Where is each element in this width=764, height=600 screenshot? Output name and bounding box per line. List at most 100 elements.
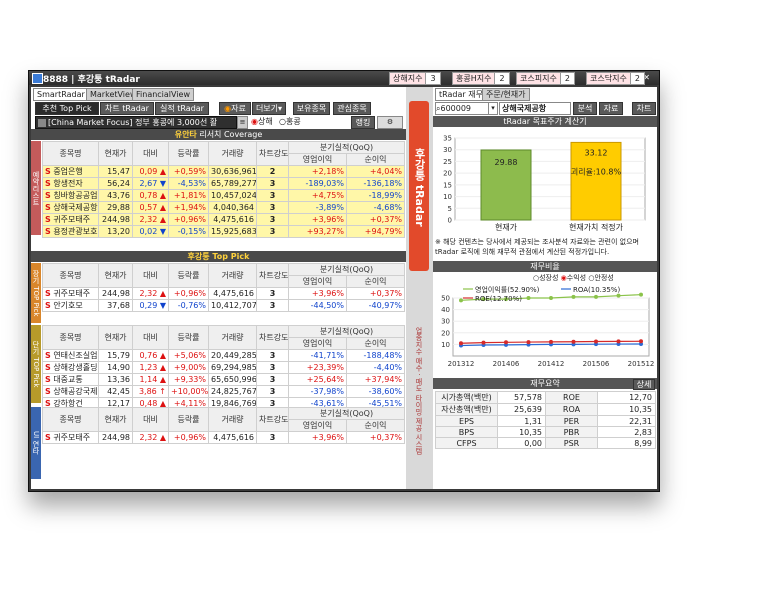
stock-name-cell[interactable]: S 안기호모 [42, 299, 99, 312]
tab-financialview[interactable]: FinancialView [132, 88, 195, 101]
stock-name-cell[interactable]: S 상해공강국제 [42, 385, 99, 398]
arrow-up-icon: ▲ [159, 375, 166, 384]
y-tick-label: 25 [443, 158, 452, 166]
stock-name-cell[interactable]: S 중업은행 [42, 165, 99, 178]
summary-label: PER [545, 415, 598, 427]
stock-name-cell[interactable]: S 연태신조실업 [42, 349, 99, 362]
top-pick-title: 후강퉁 Top Pick [31, 251, 406, 262]
coverage-side-label: 예약리스트 [31, 141, 41, 235]
op-profit-cell: +25,64% [288, 373, 347, 386]
arrow-down-icon: ▼ [159, 301, 166, 310]
change-cell: 0,76 ▲ [132, 349, 169, 362]
table-row[interactable]: S 상해강생홀딩 14,90 1,23 ▲ +9,00% 69,294,985 3 +23,… [42, 361, 406, 374]
radio-stability[interactable]: ○안정성 [588, 274, 613, 282]
y-tick-label: 30 [443, 146, 452, 154]
table-row[interactable]: S 중업은행 15,47 0,09 ▲ +0,59% 30,636,961 2 +2,18%… [42, 165, 406, 178]
table-row[interactable]: S 연태신조실업 15,79 0,76 ▲ +5,06% 20,449,285 3 -41,… [42, 349, 406, 362]
holdings-button[interactable]: 보유종목 [293, 102, 330, 115]
plot-area [452, 297, 650, 357]
stock-name-cell[interactable]: S 귀주모태주 [42, 213, 99, 226]
col-header-volume: 거래량 [208, 407, 257, 432]
x-tick-label: 201406 [493, 360, 520, 368]
summary-label: ROA [545, 403, 598, 416]
news-ticker-text: [China Market Focus] 정부 홍콩에 3,000선 활 [48, 118, 218, 127]
summary-value: 25,639 [497, 403, 546, 416]
news-ticker[interactable]: [China Market Focus] 정부 홍콩에 3,000선 활 [35, 116, 237, 129]
stock-name-cell[interactable]: S 항생전자 [42, 177, 99, 190]
arrow-up-icon: ▲ [159, 433, 166, 442]
table-row[interactable]: S 안기호모 37,68 0,29 ▼ -0,76% 10,412,707 3 -44,50… [42, 299, 406, 312]
stock-name-cell[interactable]: S 귀주모태주 [42, 431, 99, 444]
stock-name-cell[interactable]: S 귀주모태주 [42, 287, 99, 300]
radio-shanghai[interactable]: ◉상해 [251, 116, 273, 127]
perf-tradar-button[interactable]: 실적 tRadar [155, 102, 209, 115]
strength-cell: 3 [256, 225, 289, 238]
stock-name-cell[interactable]: S 용정관광보호 [42, 225, 99, 238]
change-cell: 0,78 ▲ [132, 189, 169, 202]
gap-label: 괴리율:10.8% [571, 167, 622, 176]
index-hscei[interactable]: 홍콩H지수 2 [452, 72, 510, 85]
op-profit-cell: +2,18% [288, 165, 347, 178]
more-button[interactable]: 더보기▾ [252, 102, 286, 115]
ui-pick-side-label: UI 연타 [31, 407, 41, 479]
radio-growth[interactable]: ○성장성 [533, 274, 558, 282]
index-shanghai[interactable]: 상해지수 3 [389, 72, 441, 85]
app-icon [32, 73, 43, 84]
strength-cell: 3 [256, 287, 289, 300]
ranking-button[interactable]: 랭킹 [351, 116, 375, 129]
stock-s-icon: S [45, 203, 51, 212]
analyze-button[interactable]: 분석 [573, 102, 597, 115]
index-kosdaq[interactable]: 코스닥지수 2 [586, 72, 645, 85]
settings-icon[interactable]: ⚙ [377, 116, 403, 129]
detail-button[interactable]: 상세 [633, 379, 655, 390]
change-cell: 0,29 ▼ [132, 299, 169, 312]
data-button[interactable]: 자료 [599, 102, 623, 115]
data-point [594, 339, 598, 344]
rss-button[interactable]: ◉자료 [219, 102, 251, 115]
rate-cell: +0,59% [168, 165, 209, 178]
ticker-list-icon[interactable]: ≡ [237, 116, 248, 129]
tab-order-price[interactable]: 주문/현재가 [482, 88, 530, 101]
table-row[interactable]: S 귀주모태주 244,98 2,32 ▲ +0,96% 4,475,616 3 +3,96… [42, 213, 406, 226]
index-kospi[interactable]: 코스피지수 2 [516, 72, 575, 85]
stock-name-cell[interactable]: S 상해강생홀딩 [42, 361, 99, 374]
table-row[interactable]: S 대중교통 13,36 1,14 ▲ +9,33% 65,650,996 3 +25,64… [42, 373, 406, 386]
change-cell: 0,09 ▲ [132, 165, 169, 178]
chart-button[interactable]: 차트 [632, 102, 656, 115]
col-header-change: 대비 [132, 325, 169, 350]
price-cell: 13,36 [98, 373, 133, 386]
table-row[interactable]: S 상해국제공항 29,88 0,57 ▲ +1,94% 4,040,364 3 -3,89… [42, 201, 406, 214]
op-profit-cell: +93,27% [288, 225, 347, 238]
col-header-volume: 거래량 [208, 141, 257, 166]
top-pick-button[interactable]: 추천 Top Pick [35, 102, 99, 115]
stock-code-input[interactable]: ⌕600009 [435, 102, 489, 115]
data-point [459, 341, 463, 346]
table-row[interactable]: S 귀주모태주 244,98 2,32 ▲ +0,96% 4,475,616 3 +3,96… [42, 287, 406, 300]
radio-profit[interactable]: ◉수익성 [561, 274, 586, 282]
x-tick-label: 201506 [583, 360, 610, 368]
stock-s-icon: S [45, 179, 51, 188]
change-cell: 1,23 ▲ [132, 361, 169, 374]
radio-hongkong[interactable]: ○홍콩 [279, 116, 301, 127]
summary-label: 자산총액(백만) [435, 403, 498, 416]
stock-s-icon: S [45, 215, 51, 224]
stock-name-cell[interactable]: S 대중교통 [42, 373, 99, 386]
table-row[interactable]: S 칭바항공공업 43,76 0,78 ▲ +1,81% 10,457,024 3 +4,7… [42, 189, 406, 202]
watchlist-button[interactable]: 관심종목 [333, 102, 371, 115]
summary-value: 57,578 [497, 391, 546, 404]
tab-tradar-finance[interactable]: tRadar 재무 [435, 88, 487, 101]
stock-name-cell[interactable]: S 상해국제공항 [42, 201, 99, 214]
arrow-up-icon: ▲ [159, 215, 166, 224]
table-row[interactable]: S 용정관광보호 13,20 0,02 ▼ -0,15% 15,925,683 3 +93,… [42, 225, 406, 238]
stock-name-cell[interactable]: S 칭바항공공업 [42, 189, 99, 202]
summary-value: 1,31 [497, 415, 546, 427]
chart-tradar-button[interactable]: 차트 tRadar [100, 102, 154, 115]
rate-cell: -4,53% [168, 177, 209, 190]
tab-smartradar[interactable]: SmartRadar [33, 88, 89, 101]
table-row[interactable]: S 항생전자 56,24 2,67 ▼ -4,53% 65,789,277 3 -189,0… [42, 177, 406, 190]
table-row[interactable]: S 상해공강국제 42,45 3,86 ↑ +10,00% 24,825,767 3 -37… [42, 385, 406, 398]
stock-code-dropdown-icon[interactable]: ▾ [488, 102, 498, 115]
table-row[interactable]: S 귀주모태주 244,98 2,32 ▲ +0,96% 4,475,616 3 +3,96… [42, 431, 406, 444]
data-point [594, 294, 598, 299]
col-header-price: 현재가 [98, 407, 133, 432]
